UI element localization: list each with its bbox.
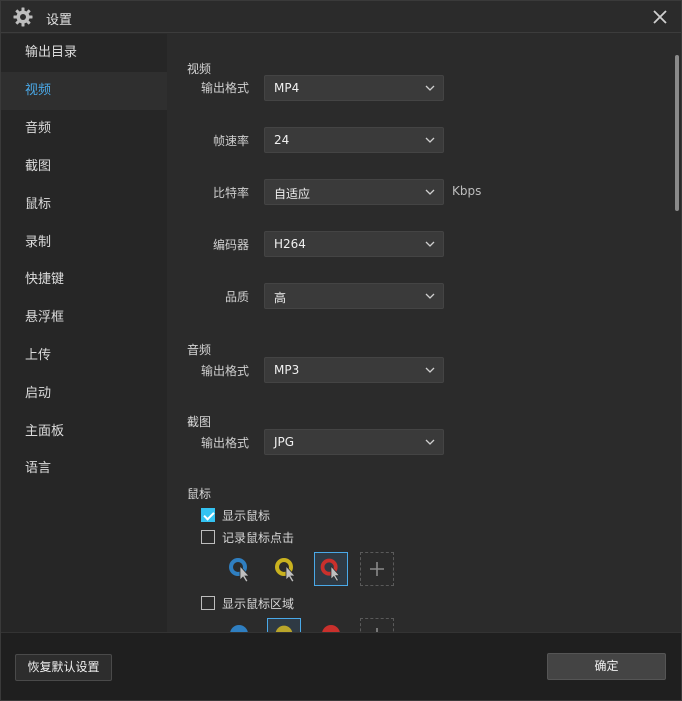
sidebar-item-screenshot[interactable]: 截图: [1, 148, 167, 186]
video-format-value: MP4: [274, 81, 300, 95]
add-click-style-button[interactable]: [360, 552, 394, 586]
chevron-down-icon: [425, 189, 435, 195]
sidebar-item-main-panel[interactable]: 主面板: [1, 413, 167, 451]
screenshot-format-value: JPG: [274, 435, 295, 449]
chevron-down-icon: [425, 367, 435, 373]
sidebar-item-output-dir[interactable]: 输出目录: [1, 34, 167, 72]
encoder-value: H264: [274, 237, 306, 251]
area-style-yellow[interactable]: [267, 618, 301, 632]
window-title: 设置: [46, 13, 73, 28]
fps-value: 24: [274, 133, 290, 147]
audio-format-label: 输出格式: [200, 364, 249, 378]
close-icon[interactable]: [651, 8, 669, 26]
bitrate-select[interactable]: 自适应: [264, 179, 444, 205]
click-style-yellow[interactable]: [269, 552, 303, 586]
sidebar-item-mouse[interactable]: 鼠标: [1, 186, 167, 224]
bitrate-unit: Kbps: [452, 184, 482, 198]
cursor-blue-ring-icon: [229, 558, 250, 583]
sidebar-item-floating[interactable]: 悬浮框: [1, 299, 167, 337]
bitrate-value: 自适应: [274, 187, 311, 201]
video-section-title: 视频: [187, 62, 212, 76]
show-cursor-checkbox[interactable]: [201, 508, 215, 522]
audio-format-value: MP3: [274, 363, 300, 377]
gear-icon: [13, 7, 33, 27]
audio-format-select[interactable]: MP3: [264, 357, 444, 383]
chevron-down-icon: [425, 439, 435, 445]
sidebar-item-startup[interactable]: 启动: [1, 375, 167, 413]
encoder-label: 编码器: [212, 238, 249, 252]
sidebar-item-hotkeys[interactable]: 快捷键: [1, 261, 167, 299]
reset-defaults-button[interactable]: 恢复默认设置: [15, 654, 112, 681]
sidebar-item-language[interactable]: 语言: [1, 450, 167, 488]
show-cursor-checkbox-row[interactable]: 显示鼠标: [201, 507, 270, 523]
chevron-down-icon: [425, 85, 435, 91]
cursor-yellow-ring-icon: [275, 558, 296, 583]
chevron-down-icon: [425, 293, 435, 299]
click-style-red[interactable]: [314, 552, 348, 586]
title-bar: 设置: [1, 1, 681, 33]
sidebar-item-audio[interactable]: 音频: [1, 110, 167, 148]
video-format-label: 输出格式: [200, 81, 249, 95]
sidebar-item-record[interactable]: 录制: [1, 224, 167, 262]
fps-select[interactable]: 24: [264, 127, 444, 153]
area-red-icon: [322, 625, 340, 632]
encoder-select[interactable]: H264: [264, 231, 444, 257]
screenshot-section-title: 截图: [187, 415, 212, 429]
add-area-style-button[interactable]: [360, 618, 394, 632]
record-clicks-label: 记录鼠标点击: [222, 530, 295, 545]
quality-value: 高: [274, 291, 287, 305]
video-format-select[interactable]: MP4: [264, 75, 444, 101]
show-area-checkbox[interactable]: [201, 596, 215, 610]
mouse-section-title: 鼠标: [187, 487, 212, 501]
screenshot-format-select[interactable]: JPG: [264, 429, 444, 455]
show-area-checkbox-row[interactable]: 显示鼠标区域: [201, 595, 294, 611]
record-clicks-checkbox[interactable]: [201, 530, 215, 544]
audio-section-title: 音频: [187, 343, 212, 357]
area-style-blue[interactable]: [223, 618, 257, 632]
show-cursor-label: 显示鼠标: [222, 508, 271, 523]
click-style-blue[interactable]: [223, 552, 257, 586]
sidebar-item-video[interactable]: 视频: [1, 72, 167, 110]
sidebar: 输出目录 视频 音频 截图 鼠标 录制 快捷键 悬浮框 上传 启动 主面板 语言: [1, 34, 167, 632]
cursor-red-ring-icon: [320, 558, 341, 582]
quality-select[interactable]: 高: [264, 283, 444, 309]
record-clicks-checkbox-row[interactable]: 记录鼠标点击: [201, 529, 294, 545]
area-style-strip: [167, 613, 674, 632]
area-yellow-icon: [275, 625, 293, 632]
footer-bar: 恢复默认设置 确定: [1, 632, 681, 700]
sidebar-item-upload[interactable]: 上传: [1, 337, 167, 375]
settings-window: 设置 输出目录 视频 音频 截图 鼠标 录制 快捷键 悬浮框 上传 启动 主面板…: [0, 0, 682, 701]
ok-button[interactable]: 确定: [547, 653, 666, 680]
quality-label: 品质: [224, 290, 249, 304]
area-blue-icon: [230, 625, 248, 632]
scrollbar-thumb[interactable]: [675, 55, 679, 211]
fps-label: 帧速率: [212, 134, 249, 148]
show-area-label: 显示鼠标区域: [222, 596, 295, 611]
screenshot-format-label: 输出格式: [200, 436, 249, 450]
add-icon: [376, 628, 378, 632]
chevron-down-icon: [425, 137, 435, 143]
bitrate-label: 比特率: [212, 186, 249, 200]
add-icon: [370, 562, 384, 576]
chevron-down-icon: [425, 241, 435, 247]
area-style-red[interactable]: [314, 618, 348, 632]
